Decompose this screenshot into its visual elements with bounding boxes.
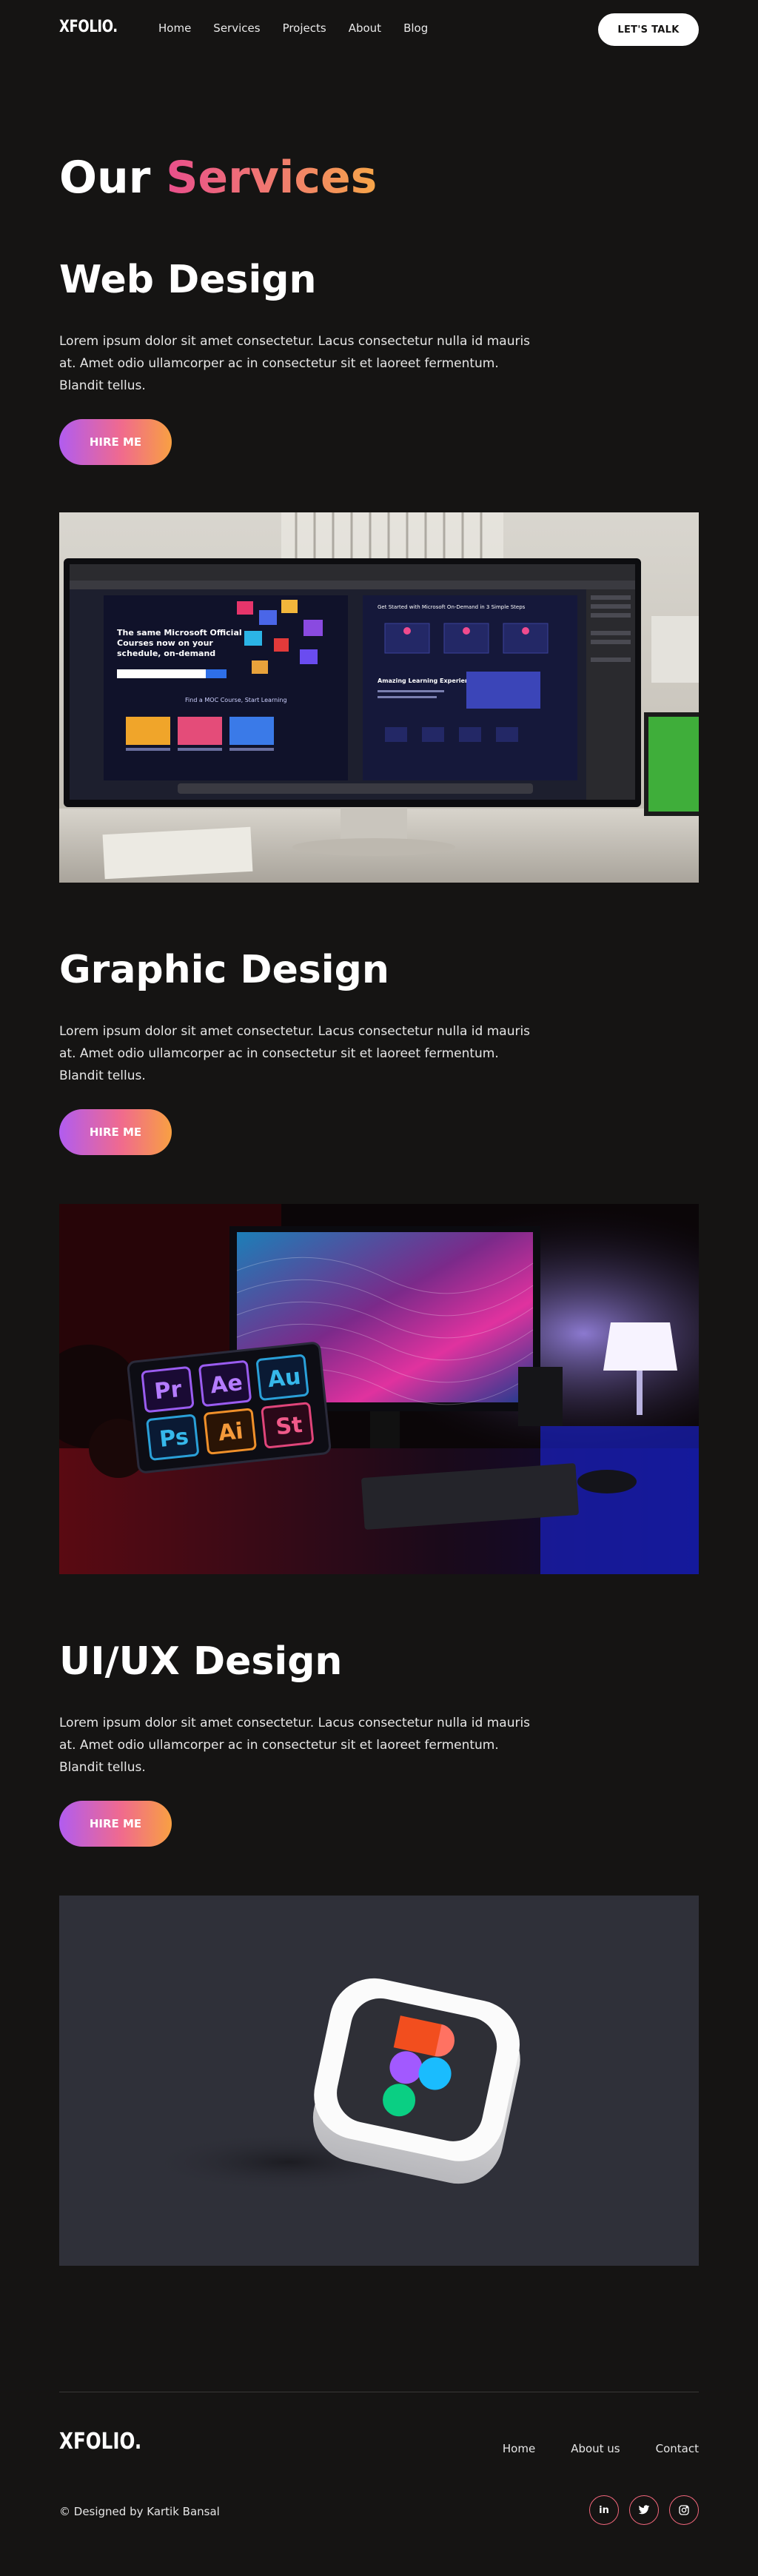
service-title-web-design: Web Design [59,258,317,302]
page-title-prefix: Our [59,152,151,204]
app-tile-pr: Pr [153,1376,183,1405]
nav-projects[interactable]: Projects [283,21,326,35]
lets-talk-button[interactable]: LET'S TALK [598,13,699,46]
mock-right-subheading: Amazing Learning Experience [378,678,477,684]
nav-home[interactable]: Home [158,21,191,35]
copyright-text: © Designed by Kartik Bansal [59,2505,220,2518]
linkedin-icon[interactable]: in [589,2495,619,2525]
nav-links: Home Services Projects About Blog [158,21,450,35]
mock-left-subheading: Find a MOC Course, Start Learning [185,697,287,703]
footer-links: Home About us Contact [503,2442,699,2455]
service-description-graphic-design: Lorem ipsum dolor sit amet consectetur. … [59,1024,531,1083]
app-tile-st: St [275,1412,303,1441]
mock-headline-1: The same Microsoft Official [117,628,242,638]
instagram-icon[interactable] [669,2495,699,2525]
service-description-ui-ux-design: Lorem ipsum dolor sit amet consectetur. … [59,1716,531,1775]
mock-headline-2: Courses now on your [117,638,213,648]
page-title-accent: Services [166,152,378,204]
nav-services[interactable]: Services [213,21,260,35]
hire-me-button-ui-ux-design[interactable]: HIRE ME [59,1801,172,1847]
nav-blog[interactable]: Blog [403,21,428,35]
app-tile-ae: Ae [209,1370,244,1399]
top-nav: XFOLIO. Home Services Projects About Blo… [0,0,758,59]
hire-me-button-web-design[interactable]: HIRE ME [59,419,172,465]
nav-about[interactable]: About [349,21,381,35]
footer-link-contact[interactable]: Contact [656,2442,699,2455]
footer-logo[interactable]: XFOLIO. [59,2429,141,2455]
footer-link-home[interactable]: Home [503,2442,535,2455]
service-title-graphic-design: Graphic Design [59,948,389,992]
service-image-graphic-design: Pr Ae Au Ps Ai St [59,1204,699,1574]
service-title-ui-ux-design: UI/UX Design [59,1639,343,1684]
mock-headline-3: schedule, on-demand [117,649,215,658]
app-tile-au: Au [266,1364,302,1393]
brand-logo[interactable]: XFOLIO. [59,18,118,36]
app-tile-ps: Ps [158,1424,190,1453]
twitter-icon[interactable] [629,2495,659,2525]
service-image-web-design: The same Microsoft Official Courses now … [59,512,699,883]
app-tile-ai: Ai [217,1418,244,1446]
footer-link-about-us[interactable]: About us [571,2442,620,2455]
mock-right-heading: Get Started with Microsoft On-Demand in … [378,604,526,610]
social-links: in [589,2495,699,2525]
page-title: Our Services [59,148,377,207]
service-image-ui-ux-design [59,1896,699,2266]
service-description-web-design: Lorem ipsum dolor sit amet consectetur. … [59,334,531,393]
hire-me-button-graphic-design[interactable]: HIRE ME [59,1109,172,1155]
